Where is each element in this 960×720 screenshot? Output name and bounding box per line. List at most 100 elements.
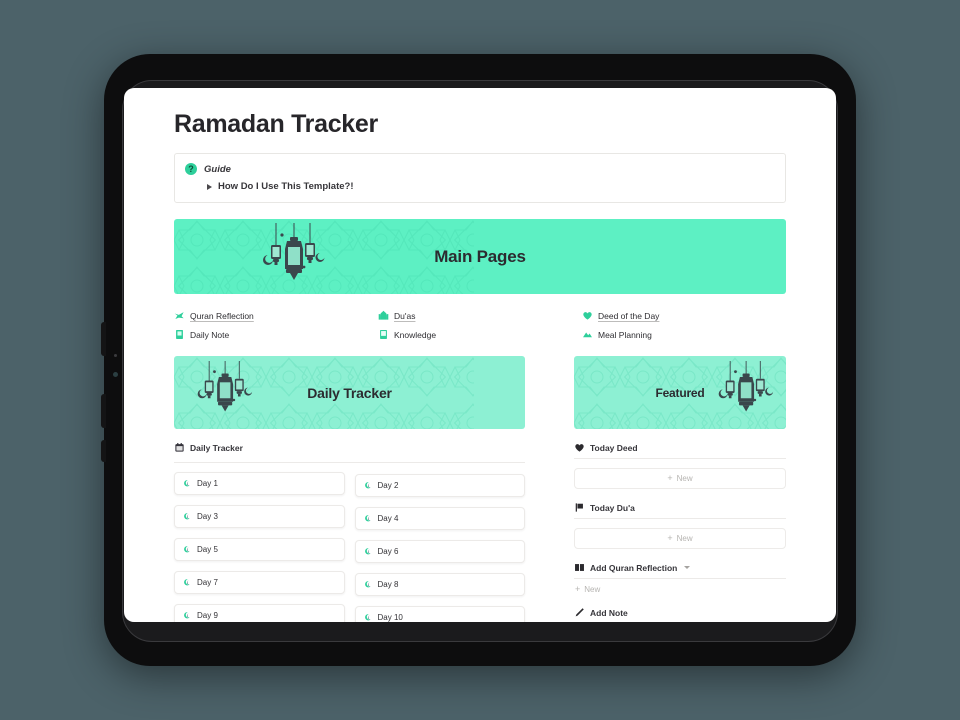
today-dua-header[interactable]: Today Du'a <box>574 502 786 519</box>
today-dua-title: Today Du'a <box>590 502 635 513</box>
page-link-label: Knowledge <box>394 329 437 340</box>
day-card-label: Day 5 <box>197 545 218 554</box>
add-quran-reflection-new-button[interactable]: + New <box>574 584 786 595</box>
featured-section-today-deed: Today Deed + New <box>574 442 786 489</box>
day-card-label: Day 1 <box>197 479 218 488</box>
add-quran-reflection-title: Add Quran Reflection <box>590 562 678 573</box>
add-quran-reflection-header[interactable]: Add Quran Reflection <box>574 562 786 579</box>
chevron-down-icon[interactable] <box>684 566 691 569</box>
page-link-duas[interactable]: Du'as <box>378 310 582 321</box>
heart-icon <box>583 312 592 320</box>
book-icon <box>380 330 387 339</box>
new-label: New <box>676 534 693 543</box>
featured-banner-title: Featured <box>655 385 705 400</box>
crescent-moon-icon <box>364 482 371 489</box>
tablet-screen: Ramadan Tracker ? Guide How Do I Use Thi… <box>124 88 836 622</box>
front-camera <box>113 372 118 377</box>
volume-up-button[interactable] <box>101 322 106 356</box>
section-divider <box>174 462 525 463</box>
guide-header: ? Guide <box>185 163 775 175</box>
question-circle-icon: ? <box>185 163 197 175</box>
toggle-arrow-icon[interactable] <box>207 183 212 190</box>
add-note-header[interactable]: Add Note <box>574 607 786 622</box>
notebook-icon <box>176 330 183 339</box>
day-card-label: Day 3 <box>197 512 218 521</box>
today-deed-title: Today Deed <box>590 442 638 453</box>
day-card-label: Day 2 <box>377 481 399 490</box>
body-columns: Daily Tracker Daily Tracker Day 1 Day 2 Da… <box>174 356 786 622</box>
page-link-label: Du'as <box>394 310 416 321</box>
day-card-label: Day 6 <box>377 547 399 556</box>
daily-tracker-banner: Daily Tracker <box>174 356 525 429</box>
page-link-daily-note[interactable]: Daily Note <box>174 329 378 340</box>
page-link-label: Meal Planning <box>598 329 652 340</box>
day-card[interactable]: Day 9 <box>174 604 345 622</box>
day-card[interactable]: Day 8 <box>354 573 525 596</box>
today-deed-new-button[interactable]: + New <box>574 468 786 489</box>
day-card[interactable]: Day 4 <box>354 507 525 530</box>
page-link-knowledge[interactable]: Knowledge <box>378 329 582 340</box>
day-card[interactable]: Day 10 <box>354 606 525 622</box>
day-card[interactable]: Day 5 <box>174 538 345 561</box>
crescent-moon-icon <box>184 579 190 586</box>
crescent-moon-icon <box>184 546 190 553</box>
day-card[interactable]: Day 7 <box>174 571 345 594</box>
featured-section-add-quran-reflection: Add Quran Reflection + New <box>574 562 786 594</box>
featured-banner: Featured <box>574 356 786 429</box>
guide-callout: ? Guide How Do I Use This Template?! <box>174 153 786 203</box>
page-title: Ramadan Tracker <box>174 110 378 138</box>
day-card[interactable]: Day 2 <box>354 474 525 497</box>
open-book-icon <box>575 564 584 571</box>
page-link-deed-of-the-day[interactable]: Deed of the Day <box>582 310 786 321</box>
flag-icon <box>575 503 583 512</box>
guide-toggle-label[interactable]: How Do I Use This Template?! <box>218 181 353 192</box>
day-card-label: Day 4 <box>377 514 399 523</box>
today-deed-header[interactable]: Today Deed <box>574 442 786 459</box>
mosque-icon <box>378 310 389 320</box>
page-links-grid: Quran Reflection Du'as Deed of the Day D… <box>174 310 786 340</box>
hanging-lanterns-illustration <box>717 360 774 412</box>
daily-tracker-database-header[interactable]: Daily Tracker <box>174 442 525 458</box>
crescent-moon-icon <box>364 515 371 522</box>
featured-section-today-dua: Today Du'a + New <box>574 502 786 549</box>
crescent-moon-icon <box>364 614 371 621</box>
day-card[interactable]: Day 3 <box>174 505 345 528</box>
ambient-sensor <box>114 354 117 357</box>
main-pages-banner-title: Main Pages <box>434 246 526 266</box>
page-link-meal-planning[interactable]: Meal Planning <box>582 329 786 340</box>
guide-toggle[interactable]: How Do I Use This Template?! <box>207 181 775 192</box>
volume-down-button[interactable] <box>101 394 106 428</box>
days-grid: Day 1 Day 2 Day 3 Day 4 Day 5 Day 6 Day 7 Day 8… <box>174 472 525 622</box>
day-card-label: Day 8 <box>377 580 399 589</box>
new-label: New <box>676 474 693 483</box>
page-link-label: Deed of the Day <box>598 310 660 321</box>
new-label: New <box>584 585 601 594</box>
right-column: Featured Today Deed + New Today Du'a + N… <box>574 356 786 622</box>
page-link-quran-reflection[interactable]: Quran Reflection <box>174 310 378 321</box>
plus-icon: + <box>575 584 581 594</box>
hanging-lanterns-illustration <box>262 222 325 281</box>
day-card-label: Day 10 <box>377 613 403 622</box>
crescent-moon-icon <box>184 480 190 487</box>
page-link-label: Quran Reflection <box>190 310 254 321</box>
pencil-icon <box>575 608 584 617</box>
crescent-moon-icon <box>364 548 371 555</box>
day-card-label: Day 9 <box>197 611 218 620</box>
notion-page-scroll-area[interactable]: Ramadan Tracker ? Guide How Do I Use Thi… <box>124 88 836 622</box>
featured-section-add-note: Add Note + New <box>574 607 786 622</box>
today-dua-new-button[interactable]: + New <box>574 528 786 549</box>
plus-icon: + <box>667 533 673 543</box>
mountain-icon <box>583 332 592 338</box>
crescent-moon-icon <box>364 581 371 588</box>
calendar-icon <box>175 443 184 452</box>
page-link-label: Daily Note <box>190 329 230 340</box>
daily-tracker-banner-title: Daily Tracker <box>307 384 392 401</box>
power-button[interactable] <box>101 440 106 462</box>
add-note-title: Add Note <box>590 607 628 618</box>
left-column: Daily Tracker Daily Tracker Day 1 Day 2 Da… <box>174 356 525 622</box>
daily-tracker-database-title: Daily Tracker <box>190 442 243 453</box>
heart-solid-icon <box>575 444 584 452</box>
plus-icon: + <box>667 473 673 483</box>
day-card[interactable]: Day 1 <box>174 472 345 495</box>
day-card[interactable]: Day 6 <box>354 540 525 563</box>
